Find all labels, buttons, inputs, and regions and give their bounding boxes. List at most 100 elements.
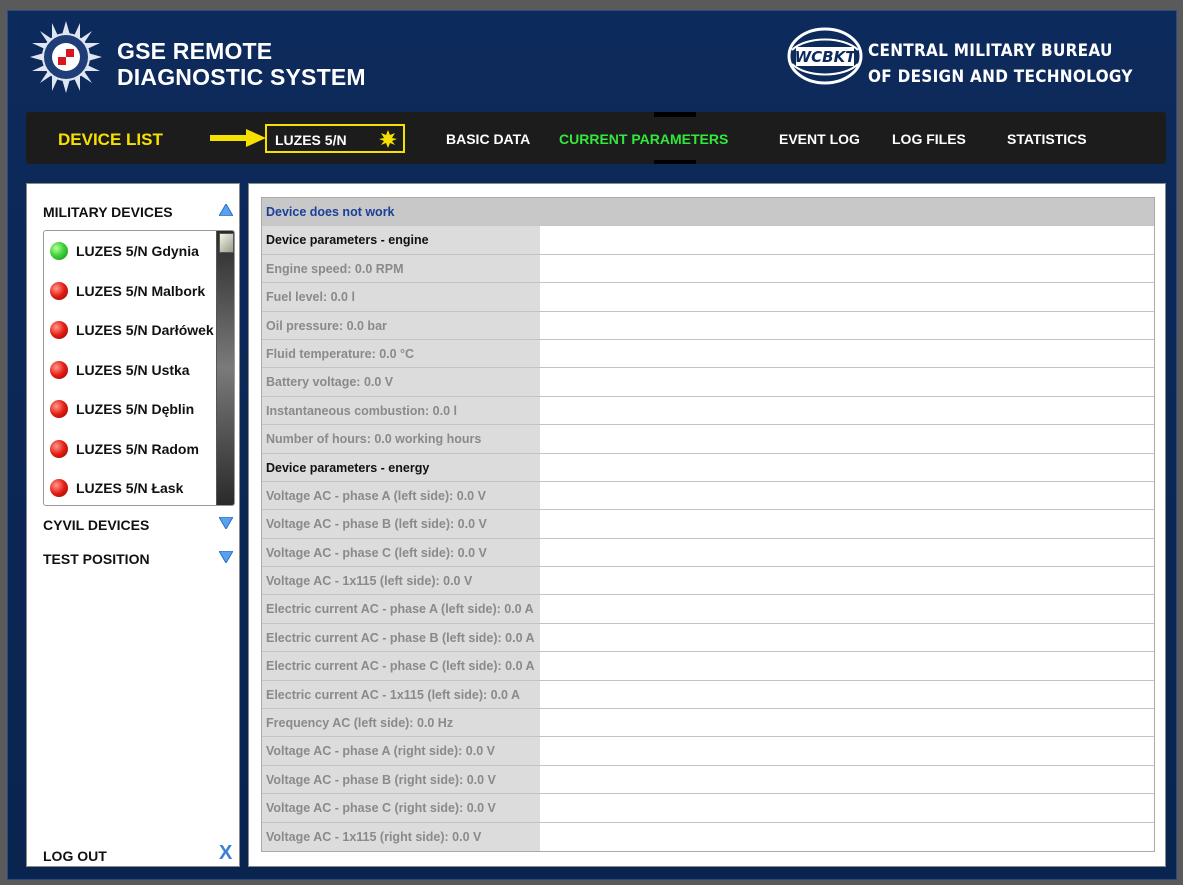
close-icon[interactable]: X bbox=[219, 842, 232, 865]
parameter-row: Voltage AC - 1x115 (right side): 0.0 V bbox=[262, 822, 1154, 851]
logout-button[interactable]: LOG OUT bbox=[43, 848, 107, 864]
status-offline-icon bbox=[50, 400, 68, 418]
device-item-gdynia[interactable]: LUZES 5/N Gdynia bbox=[50, 239, 199, 263]
device-status-row: Device does not work bbox=[262, 198, 1154, 227]
tab-current-parameters[interactable]: CURRENT PARAMETERS bbox=[559, 131, 728, 147]
parameter-value-cell bbox=[540, 567, 1154, 595]
collapse-up-icon[interactable] bbox=[219, 204, 233, 216]
parameter-value-cell bbox=[540, 368, 1154, 396]
group-test-position[interactable]: TEST POSITION bbox=[43, 551, 150, 567]
status-online-icon bbox=[50, 242, 68, 260]
device-item-ustka[interactable]: LUZES 5/N Ustka bbox=[50, 358, 190, 382]
parameter-value-cell bbox=[540, 311, 1154, 339]
parameter-value-cell bbox=[540, 709, 1154, 737]
device-item-deblin[interactable]: LUZES 5/N Dęblin bbox=[50, 397, 194, 421]
header: GSE REMOTE DIAGNOSTIC SYSTEM WCBKT CENTR… bbox=[8, 11, 1176, 111]
parameter-value-cell bbox=[540, 652, 1154, 680]
section-header-row: Device parameters - engine bbox=[262, 226, 1154, 255]
parameter-value-cell bbox=[540, 226, 1154, 254]
section-header-label: Device parameters - engine bbox=[262, 226, 540, 254]
parameter-label: Frequency AC (left side): 0.0 Hz bbox=[262, 709, 540, 737]
device-name: LUZES 5/N Malbork bbox=[76, 283, 206, 299]
parameter-row: Oil pressure: 0.0 bar bbox=[262, 311, 1154, 340]
wcbkt-logo-text: WCBKT bbox=[795, 48, 858, 66]
parameter-value-cell bbox=[540, 396, 1154, 425]
parameter-label: Voltage AC - 1x115 (right side): 0.0 V bbox=[262, 822, 540, 851]
parameter-label: Electric current AC - phase A (left side… bbox=[262, 595, 540, 623]
scroll-thumb[interactable] bbox=[219, 233, 234, 253]
institute-emblem-logo bbox=[30, 21, 102, 93]
parameter-label: Voltage AC - phase C (right side): 0.0 V bbox=[262, 794, 540, 822]
parameter-label: Voltage AC - 1x115 (left side): 0.0 V bbox=[262, 567, 540, 595]
status-offline-icon bbox=[50, 321, 68, 339]
parameter-label: Voltage AC - phase B (right side): 0.0 V bbox=[262, 765, 540, 794]
status-offline-icon bbox=[50, 282, 68, 300]
app-title-line2: DIAGNOSTIC SYSTEM bbox=[117, 64, 366, 90]
arrow-right-icon bbox=[210, 129, 266, 147]
tab-log-files[interactable]: LOG FILES bbox=[892, 131, 966, 147]
parameter-label: Battery voltage: 0.0 V bbox=[262, 368, 540, 396]
device-status-text: Device does not work bbox=[262, 198, 1154, 226]
parameter-value-cell bbox=[540, 283, 1154, 311]
parameter-value-cell bbox=[540, 510, 1154, 538]
parameter-label: Oil pressure: 0.0 bar bbox=[262, 311, 540, 339]
parameter-label: Voltage AC - phase A (right side): 0.0 V bbox=[262, 737, 540, 765]
active-tab-marker-top bbox=[654, 112, 696, 117]
device-item-radom[interactable]: LUZES 5/N Radom bbox=[50, 437, 199, 461]
parameter-row: Electric current AC - phase A (left side… bbox=[262, 595, 1154, 624]
status-offline-icon bbox=[50, 440, 68, 458]
parameter-label: Electric current AC - 1x115 (left side):… bbox=[262, 680, 540, 709]
parameter-value-cell bbox=[540, 737, 1154, 765]
parameter-label: Voltage AC - phase C (left side): 0.0 V bbox=[262, 538, 540, 567]
app-title: GSE REMOTE DIAGNOSTIC SYSTEM bbox=[117, 38, 366, 90]
parameter-row: Battery voltage: 0.0 V bbox=[262, 368, 1154, 397]
tab-event-log[interactable]: EVENT LOG bbox=[779, 131, 860, 147]
parameter-value-cell bbox=[540, 680, 1154, 709]
parameter-row: Electric current AC - phase C (left side… bbox=[262, 652, 1154, 681]
parameter-value-cell bbox=[540, 481, 1154, 510]
parameter-label: Voltage AC - phase B (left side): 0.0 V bbox=[262, 510, 540, 538]
parameter-value-cell bbox=[540, 453, 1154, 481]
device-selector[interactable]: LUZES 5/N bbox=[265, 124, 405, 153]
parameter-label: Fluid temperature: 0.0 °C bbox=[262, 339, 540, 368]
tab-statistics[interactable]: STATISTICS bbox=[1007, 131, 1087, 147]
expand-down-icon[interactable] bbox=[219, 517, 233, 529]
parameter-value-cell bbox=[540, 822, 1154, 851]
parameter-value-cell bbox=[540, 538, 1154, 567]
status-offline-icon bbox=[50, 361, 68, 379]
parameter-row: Engine speed: 0.0 RPM bbox=[262, 254, 1154, 284]
section-header-label: Device parameters - energy bbox=[262, 453, 540, 481]
device-name: LUZES 5/N Radom bbox=[76, 441, 199, 457]
device-name: LUZES 5/N Ustka bbox=[76, 362, 190, 378]
group-military-devices[interactable]: MILITARY DEVICES bbox=[43, 204, 173, 220]
parameter-value-cell bbox=[540, 339, 1154, 368]
section-header-row: Device parameters - energy bbox=[262, 453, 1154, 482]
device-item-darlowek[interactable]: LUZES 5/N Darłówek bbox=[50, 318, 214, 342]
parameter-label: Instantaneous combustion: 0.0 l bbox=[262, 396, 540, 425]
parameter-value-cell bbox=[540, 254, 1154, 283]
device-item-malbork[interactable]: LUZES 5/N Malbork bbox=[50, 279, 205, 303]
device-name: LUZES 5/N Dęblin bbox=[76, 401, 195, 417]
parameter-row: Fuel level: 0.0 l bbox=[262, 283, 1154, 312]
parameter-label: Fuel level: 0.0 l bbox=[262, 283, 540, 311]
nav-bar: DEVICE LIST LUZES 5/N BASIC DATA CURRENT… bbox=[26, 112, 1166, 164]
tab-basic-data[interactable]: BASIC DATA bbox=[446, 131, 530, 147]
device-name: LUZES 5/N Łask bbox=[76, 480, 184, 496]
sidebar: MILITARY DEVICES LUZES 5/N Gdynia LUZES … bbox=[26, 183, 240, 867]
gear-icon bbox=[379, 130, 397, 148]
parameter-label: Number of hours: 0.0 working hours bbox=[262, 425, 540, 453]
org-title-line2: OF DESIGN AND TECHNOLOGY bbox=[868, 67, 1133, 87]
parameter-row: Voltage AC - phase B (left side): 0.0 V bbox=[262, 510, 1154, 539]
device-name: LUZES 5/N Darłówek bbox=[76, 322, 214, 338]
group-cyvil-devices[interactable]: CYVIL DEVICES bbox=[43, 517, 149, 533]
parameter-row: Voltage AC - phase A (left side): 0.0 V bbox=[262, 481, 1154, 511]
device-item-lask[interactable]: LUZES 5/N Łask bbox=[50, 476, 183, 500]
expand-down-icon[interactable] bbox=[219, 551, 233, 563]
device-list-scrollbar[interactable] bbox=[216, 231, 234, 505]
parameter-row: Number of hours: 0.0 working hours bbox=[262, 425, 1154, 454]
parameter-value-cell bbox=[540, 794, 1154, 822]
parameter-row: Voltage AC - phase C (left side): 0.0 V bbox=[262, 538, 1154, 568]
device-list-label[interactable]: DEVICE LIST bbox=[58, 130, 163, 150]
status-offline-icon bbox=[50, 479, 68, 497]
org-title: CENTRAL MILITARY BUREAU OF DESIGN AND TE… bbox=[868, 38, 1133, 90]
